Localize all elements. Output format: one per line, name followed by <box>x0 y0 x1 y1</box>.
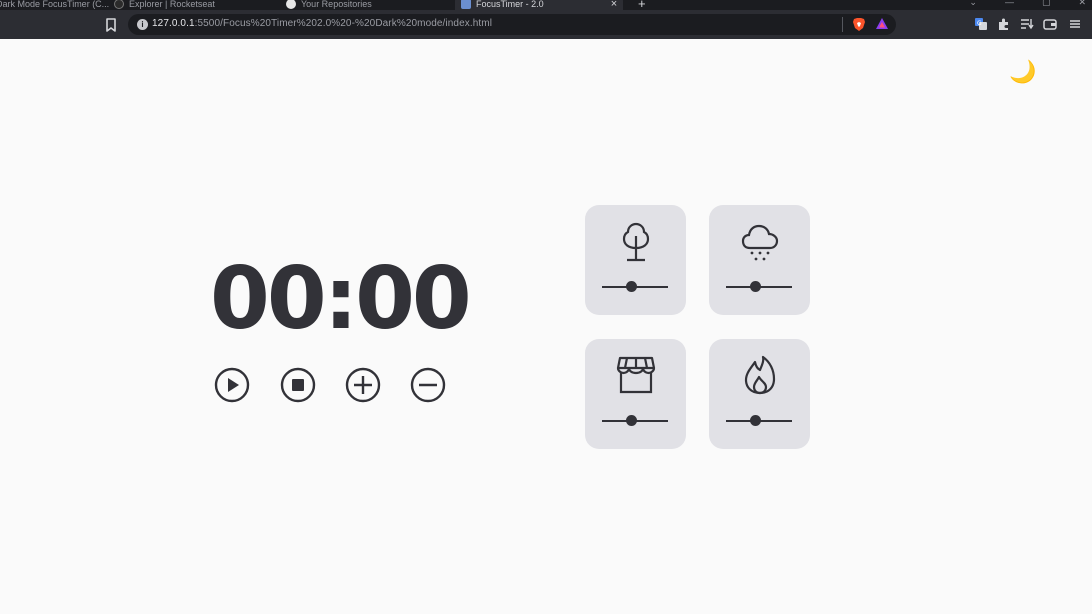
volume-thumb[interactable] <box>750 281 762 292</box>
browser-menu-icon[interactable] <box>1068 17 1082 31</box>
volume-thumb[interactable] <box>626 281 638 292</box>
store-icon <box>614 353 658 397</box>
rain-volume-slider[interactable] <box>726 281 792 293</box>
tab-dark-mode-focustimer[interactable]: Dark Mode FocusTimer (C... <box>0 0 109 10</box>
minus-icon <box>410 367 446 403</box>
close-tab-icon[interactable]: × <box>611 0 617 10</box>
play-icon <box>214 367 250 403</box>
tab-label: FocusTimer - 2.0 <box>476 0 544 9</box>
reading-list-icon[interactable] <box>1020 17 1034 31</box>
sound-card-forest[interactable] <box>585 205 686 315</box>
rocketseat-favicon-icon <box>114 0 124 9</box>
tab-your-repositories[interactable]: Your Repositories <box>286 0 372 10</box>
new-tab-icon[interactable]: + <box>638 0 646 10</box>
bookmark-icon[interactable] <box>105 18 117 32</box>
sound-cards <box>585 205 811 451</box>
stop-button[interactable] <box>280 367 316 403</box>
window-controls: ⌄ — ▢ ✕ <box>969 0 1086 8</box>
tab-label: Dark Mode FocusTimer (C... <box>0 0 110 9</box>
minus-button[interactable] <box>410 367 446 403</box>
github-favicon-icon <box>286 0 296 9</box>
svg-text:G: G <box>977 20 982 27</box>
timer-controls <box>214 367 454 407</box>
volume-thumb[interactable] <box>750 415 762 426</box>
timer-separator: : <box>323 249 358 349</box>
forest-volume-slider[interactable] <box>602 281 668 293</box>
timer-display: 00:00 <box>210 249 472 349</box>
sound-card-rain[interactable] <box>709 205 810 315</box>
timer-seconds: 00 <box>355 249 472 349</box>
stop-icon <box>280 367 316 403</box>
tab-label: Your Repositories <box>301 0 372 9</box>
moon-icon: 🌙 <box>1009 60 1037 85</box>
close-window-icon[interactable]: ✕ <box>1078 0 1086 8</box>
page-favicon-icon <box>461 0 471 9</box>
plus-icon <box>345 367 381 403</box>
address-bar[interactable]: i 127.0.0.1:5500/Focus%20Timer%202.0%20-… <box>128 14 896 35</box>
tab-label: Explorer | Rocketseat <box>129 0 215 9</box>
translate-icon[interactable]: G <box>974 17 988 31</box>
sound-card-fireplace[interactable] <box>709 339 810 449</box>
sound-card-coffee-shop[interactable] <box>585 339 686 449</box>
fireplace-volume-slider[interactable] <box>726 415 792 427</box>
focus-timer-page: 🌙 00:00 <box>0 39 1092 614</box>
tab-focustimer[interactable]: FocusTimer - 2.0 × <box>455 0 624 10</box>
extensions-icon[interactable] <box>997 17 1011 31</box>
browser-toolbar: i 127.0.0.1:5500/Focus%20Timer%202.0%20-… <box>0 10 1092 39</box>
timer-minutes: 00 <box>210 249 327 349</box>
coffee-shop-volume-slider[interactable] <box>602 415 668 427</box>
url-text: 127.0.0.1:5500/Focus%20Timer%202.0%20-%2… <box>152 18 493 29</box>
minimize-icon[interactable]: — <box>1005 0 1014 8</box>
wallet-icon[interactable] <box>1043 17 1057 31</box>
address-divider <box>842 17 843 32</box>
browser-tab-bar: Dark Mode FocusTimer (C... Explorer | Ro… <box>0 0 1092 10</box>
brave-rewards-icon[interactable] <box>875 17 889 31</box>
site-info-icon[interactable]: i <box>137 19 148 30</box>
fire-icon <box>738 353 782 397</box>
tab-explorer-rocketseat[interactable]: Explorer | Rocketseat <box>114 0 215 10</box>
maximize-icon[interactable]: ▢ <box>1042 0 1051 8</box>
rain-cloud-icon <box>738 219 782 263</box>
play-button[interactable] <box>214 367 250 403</box>
theme-toggle-button[interactable]: 🌙 <box>1007 57 1039 89</box>
brave-shields-icon[interactable] <box>852 17 866 32</box>
tree-icon <box>614 219 658 263</box>
plus-button[interactable] <box>345 367 381 403</box>
volume-thumb[interactable] <box>626 415 638 426</box>
window-menu-icon[interactable]: ⌄ <box>969 0 977 8</box>
